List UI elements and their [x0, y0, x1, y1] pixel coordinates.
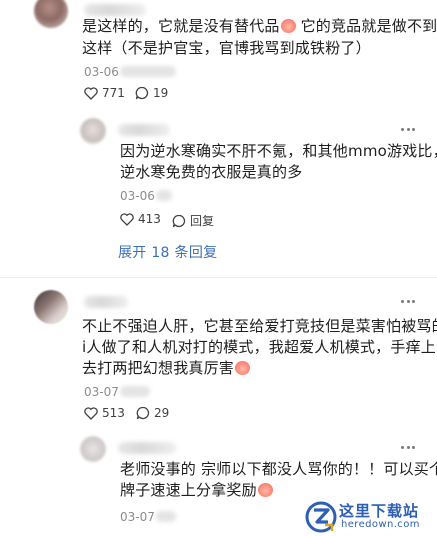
watermark: 这里下载站 heredown.com: [305, 500, 431, 534]
comment-line: 不止不强迫人肝，它甚至给爱打竞技但是菜害怕被骂的: [82, 317, 437, 335]
crying-pig-emoji-icon: [257, 483, 273, 497]
more-options-icon[interactable]: [401, 300, 415, 304]
username[interactable]: [118, 124, 170, 136]
comment-line: 去打两把幻想我真厉害: [82, 359, 235, 377]
avatar[interactable]: [80, 118, 106, 144]
comment-text: 这样（不是护官宝，官博我骂到成铁粉了）: [82, 37, 371, 59]
ip-location: [120, 66, 176, 77]
comment-line: 牌子速速上分拿奖励: [120, 481, 257, 499]
crying-pig-emoji-icon: [235, 361, 251, 375]
ip-location: [156, 511, 176, 522]
comment-bubble-icon: [172, 214, 186, 227]
reply-button[interactable]: 19: [135, 86, 168, 100]
reply-button[interactable]: 29: [136, 406, 169, 420]
like-button[interactable]: 413: [120, 212, 161, 226]
watermark-url: heredown.com: [341, 519, 420, 530]
username[interactable]: [118, 442, 176, 454]
like-count: 513: [102, 406, 125, 420]
comment-bubble-icon: [135, 86, 149, 100]
divider: [0, 277, 437, 278]
comment-line: 因为逆水寒确实不肝不氪，和其他mmo游戏比，: [120, 142, 437, 160]
ip-location: [120, 386, 150, 397]
avatar[interactable]: [80, 436, 106, 462]
comment-text: 牌子速速上分拿奖励: [120, 479, 273, 501]
more-options-icon[interactable]: [401, 446, 415, 450]
reply-count: 29: [154, 406, 170, 420]
comment-date: 03-06: [84, 65, 119, 79]
like-button[interactable]: 771: [84, 86, 125, 100]
comment-line: i人做了和人机对打的模式，我超爱人机模式，手痒上: [82, 338, 436, 356]
heart-icon: [84, 406, 98, 420]
comment-line: 逆水寒免费的衣服是真的多: [120, 163, 303, 181]
comment-bubble-icon: [136, 406, 150, 420]
comment-text: 因为逆水寒确实不肝不氪，和其他mmo游戏比，: [120, 140, 437, 162]
avatar[interactable]: [34, 0, 68, 28]
comment-line: 这样（不是护官宝，官博我骂到成铁粉了）: [82, 39, 371, 57]
like-button[interactable]: 513: [84, 406, 125, 420]
comment-line: 老师没事的 宗师以下都没人骂你的！！可以买个: [120, 460, 437, 478]
comment-date: 03-06: [120, 189, 155, 203]
comment-text: 逆水寒免费的衣服是真的多: [120, 161, 302, 183]
comment-date: 03-07: [84, 385, 119, 399]
comment-date: 03-07: [120, 510, 155, 524]
heart-icon: [120, 212, 134, 226]
comment-line: 是这样的，它就是没有替代品: [82, 17, 280, 35]
heart-icon: [84, 86, 98, 100]
username[interactable]: [84, 296, 128, 308]
ip-location: [156, 190, 172, 201]
comment-thread: 是这样的，它就是没有替代品 它的竞品就是做不到 这样（不是护官宝，官博我骂到成铁…: [0, 0, 437, 536]
like-count: 413: [138, 212, 161, 226]
reply-button[interactable]: 回复: [172, 212, 214, 229]
comment-text: 不止不强迫人肝，它甚至给爱打竞技但是菜害怕被骂的: [82, 315, 437, 337]
avatar[interactable]: [34, 290, 68, 324]
more-options-icon[interactable]: [401, 128, 415, 132]
comment-text: i人做了和人机对打的模式，我超爱人机模式，手痒上: [82, 336, 436, 358]
comment-text: 老师没事的 宗师以下都没人骂你的！！可以买个: [120, 458, 437, 480]
expand-replies-link[interactable]: 展开 18 条回复: [118, 242, 217, 262]
comment-text: 去打两把幻想我真厉害: [82, 357, 251, 379]
watermark-title: 这里下载站: [339, 502, 420, 520]
like-count: 771: [102, 86, 125, 100]
reply-label: 回复: [190, 214, 215, 228]
comment-text: 是这样的，它就是没有替代品 它的竞品就是做不到: [82, 15, 437, 37]
crying-pig-emoji-icon: [280, 19, 296, 33]
site-logo-icon: [305, 501, 337, 533]
reply-count: 19: [153, 86, 169, 100]
comment-line: 它的竞品就是做不到: [295, 17, 437, 35]
